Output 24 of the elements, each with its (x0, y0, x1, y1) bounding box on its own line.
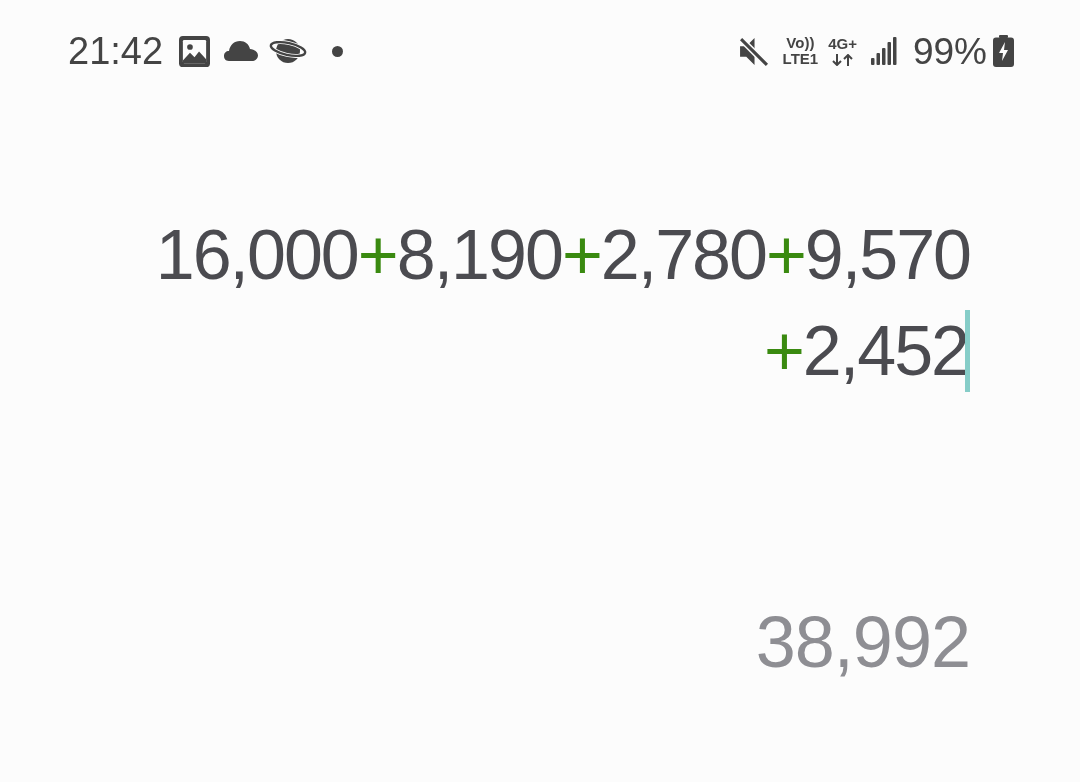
network-type-label: 4G+ (828, 36, 857, 52)
volte-label: Vo)) (786, 35, 815, 51)
clock-time: 21:42 (68, 32, 164, 70)
battery-percent: 99% (912, 32, 987, 70)
number-text: 8,190 (396, 215, 562, 296)
number-text: 2,452 (802, 311, 968, 392)
plus-operator: + (763, 311, 803, 392)
lte-label: LTE1 (782, 51, 819, 67)
cloud-icon (224, 41, 259, 61)
notification-dot-icon (332, 45, 344, 57)
number-text: 2,780 (600, 215, 766, 296)
charging-battery-icon (993, 35, 1014, 67)
plus-operator: + (561, 215, 601, 296)
data-arrows-icon (830, 54, 855, 66)
image-icon (179, 35, 211, 67)
expression-field[interactable]: 16,000+8,190+2,780+9,570 +2,452 (155, 207, 970, 399)
plus-operator: + (765, 215, 805, 296)
number-text: 9,570 (804, 215, 970, 296)
signal-bars-icon (870, 37, 897, 65)
number-text: 16,000 (155, 215, 358, 296)
result-preview: 38,992 (755, 606, 970, 678)
plus-operator: + (357, 215, 397, 296)
muted-speaker-icon (737, 35, 769, 67)
planet-icon (268, 36, 309, 66)
